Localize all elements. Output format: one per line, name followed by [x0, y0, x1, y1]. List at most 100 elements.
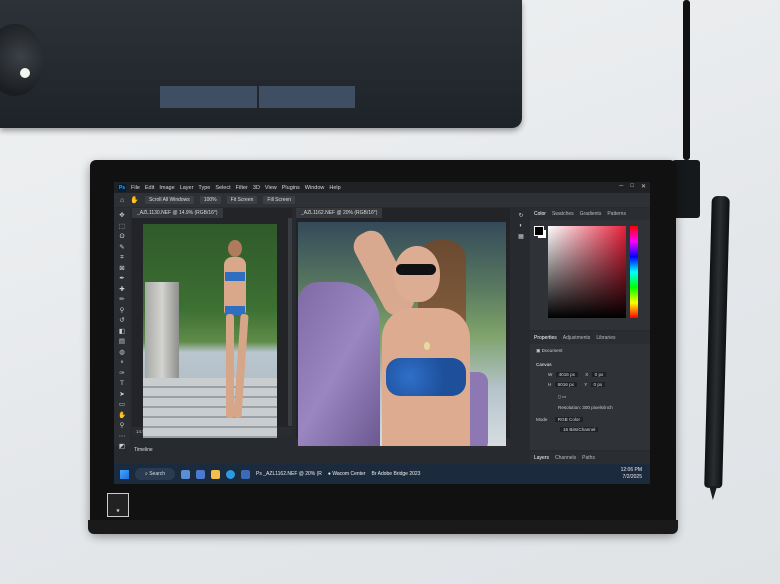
portrait-icon[interactable]: ▯: [558, 394, 561, 399]
taskbar-adobe-bridge[interactable]: Br Adobe Bridge 2023: [372, 471, 421, 477]
menu-window[interactable]: Window: [305, 185, 325, 191]
menu-plugins[interactable]: Plugins: [282, 185, 300, 191]
menu-file[interactable]: File: [131, 185, 140, 191]
hand-tool-sidebar-icon[interactable]: ✋: [118, 411, 126, 421]
widgets-icon[interactable]: [196, 469, 206, 479]
lilac-jacket: [298, 282, 380, 446]
menu-3d[interactable]: 3D: [253, 185, 260, 191]
menu-type[interactable]: Type: [198, 185, 210, 191]
energy-star-logo: ★: [107, 493, 129, 517]
type-tool-icon[interactable]: T: [120, 379, 124, 389]
touchpad-right: [259, 86, 355, 108]
resolution-text: Resolution: 300 pixels/inch: [558, 405, 613, 410]
color-picker-field[interactable]: [548, 226, 626, 318]
file-explorer-icon[interactable]: [211, 469, 221, 479]
tab-patterns[interactable]: Patterns: [607, 211, 626, 217]
height-field[interactable]: 6016 px: [554, 382, 577, 387]
width-row: W 4016 px X 0 px: [548, 372, 607, 377]
path-select-icon[interactable]: ➤: [119, 390, 124, 400]
brush-tool-icon[interactable]: ✏: [119, 295, 124, 305]
menu-layer[interactable]: Layer: [180, 185, 194, 191]
rectangle-tool-icon[interactable]: ▭: [119, 400, 125, 410]
foreground-color-swatch[interactable]: [534, 226, 544, 236]
menu-help[interactable]: Help: [329, 185, 340, 191]
taskbar-search[interactable]: ⌕ Search: [135, 468, 176, 480]
panel-icons-strip: ↻ ◐ ▦: [514, 208, 528, 292]
marquee-tool-icon[interactable]: ⬚: [119, 222, 125, 232]
frame-tool-icon[interactable]: ⊠: [119, 264, 124, 274]
dodge-tool-icon[interactable]: ⚬: [119, 358, 124, 368]
tab-libraries[interactable]: Libraries: [596, 335, 615, 341]
document-icon-row: ▣ Document: [536, 348, 563, 354]
hand-tool-icon[interactable]: ✋: [130, 196, 139, 204]
tab-color[interactable]: Color: [534, 211, 546, 217]
menu-edit[interactable]: Edit: [145, 185, 154, 191]
menu-select[interactable]: Select: [215, 185, 230, 191]
clone-stamp-icon[interactable]: ⚲: [120, 306, 125, 316]
tab-paths[interactable]: Paths: [582, 455, 595, 461]
tab-adjustments[interactable]: Adjustments: [563, 335, 591, 341]
laptop-keyboard: [0, 0, 522, 128]
fit-screen-button[interactable]: Fit Screen: [226, 196, 258, 204]
document-tab-2[interactable]: _AZL1162.NEF @ 20% (RGB/16*): [296, 208, 383, 218]
fill-screen-button[interactable]: Fill Screen: [263, 196, 296, 204]
home-icon[interactable]: ⌂: [120, 197, 124, 204]
zoom-tool-icon[interactable]: ⚲: [120, 421, 125, 431]
taskbar-photoshop-window[interactable]: Ps _AZL1162.NEF @ 20% (R: [256, 471, 322, 477]
move-tool-icon[interactable]: ✥: [119, 211, 124, 221]
store-icon[interactable]: [241, 469, 251, 479]
taskbar-clock[interactable]: 12:06 PM 7/2/2025: [621, 467, 642, 481]
pen-tool-icon[interactable]: ✑: [119, 369, 124, 379]
tab-properties[interactable]: Properties: [534, 335, 557, 341]
y-field[interactable]: 0 px: [590, 382, 606, 387]
tab-layers[interactable]: Layers: [534, 455, 549, 461]
tab-channels[interactable]: Channels: [555, 455, 576, 461]
maximize-icon[interactable]: □: [630, 183, 634, 190]
tablet-stand: [88, 520, 678, 534]
minimize-icon[interactable]: ─: [619, 183, 623, 190]
taskbar-wacom-center[interactable]: ● Wacom Center: [328, 471, 366, 477]
task-view-icon[interactable]: [181, 469, 191, 479]
tab-swatches[interactable]: Swatches: [552, 211, 574, 217]
layers-panel: Layers Channels Paths: [530, 452, 650, 464]
crop-tool-icon[interactable]: ⌗: [120, 253, 124, 263]
clock-date: 7/2/2025: [622, 474, 642, 480]
gradient-tool-icon[interactable]: ▤: [119, 337, 125, 347]
tab-gradients[interactable]: Gradients: [580, 211, 602, 217]
close-icon[interactable]: ✕: [641, 183, 646, 190]
blur-tool-icon[interactable]: ◍: [119, 348, 125, 358]
history-icon[interactable]: ↻: [518, 212, 523, 219]
photo-1-model-full-body: [143, 224, 277, 438]
scroll-all-windows-button[interactable]: Scroll All Windows: [144, 196, 194, 204]
adjustments-icon[interactable]: ◐: [519, 223, 523, 229]
libraries-icon[interactable]: ▦: [518, 233, 524, 240]
more-tools-icon[interactable]: ⋯: [119, 432, 126, 442]
edge-browser-icon[interactable]: [226, 469, 236, 479]
history-brush-icon[interactable]: ↺: [119, 316, 124, 326]
menu-view[interactable]: View: [265, 185, 277, 191]
width-field[interactable]: 4016 px: [555, 372, 578, 377]
usb-plug: [672, 160, 700, 218]
blue-bikini-top: [386, 358, 466, 396]
healing-brush-icon[interactable]: ✚: [119, 285, 124, 295]
menu-image[interactable]: Image: [159, 185, 174, 191]
menu-filter[interactable]: Filter: [236, 185, 248, 191]
necklace-pendant: [424, 342, 430, 350]
quick-select-tool-icon[interactable]: ✎: [119, 243, 124, 253]
mode-select[interactable]: RGB Color: [554, 417, 583, 422]
color-panel: Color Swatches Gradients Patterns: [530, 208, 650, 330]
document-tab-1[interactable]: _AZL1130.NEF @ 14.9% (RGB/16*): [132, 208, 223, 218]
lasso-tool-icon[interactable]: ʘ: [119, 232, 124, 242]
timeline-label[interactable]: Timeline: [134, 447, 153, 453]
eraser-tool-icon[interactable]: ◧: [119, 327, 125, 337]
hue-slider[interactable]: [630, 226, 638, 318]
canvas-section-label[interactable]: Canvas: [536, 362, 552, 367]
eyedropper-tool-icon[interactable]: ✒: [119, 274, 124, 284]
windows-start-icon[interactable]: [120, 469, 129, 479]
zoom-100-button[interactable]: 100%: [199, 196, 221, 204]
landscape-icon[interactable]: ▭: [562, 394, 566, 399]
x-field[interactable]: 0 px: [591, 372, 607, 377]
menu-bar: Ps File Edit Image Layer Type Select Fil…: [114, 182, 650, 193]
doc1-vertical-scrollbar[interactable]: [288, 218, 292, 426]
color-swatches-icon[interactable]: ◩: [119, 442, 125, 452]
